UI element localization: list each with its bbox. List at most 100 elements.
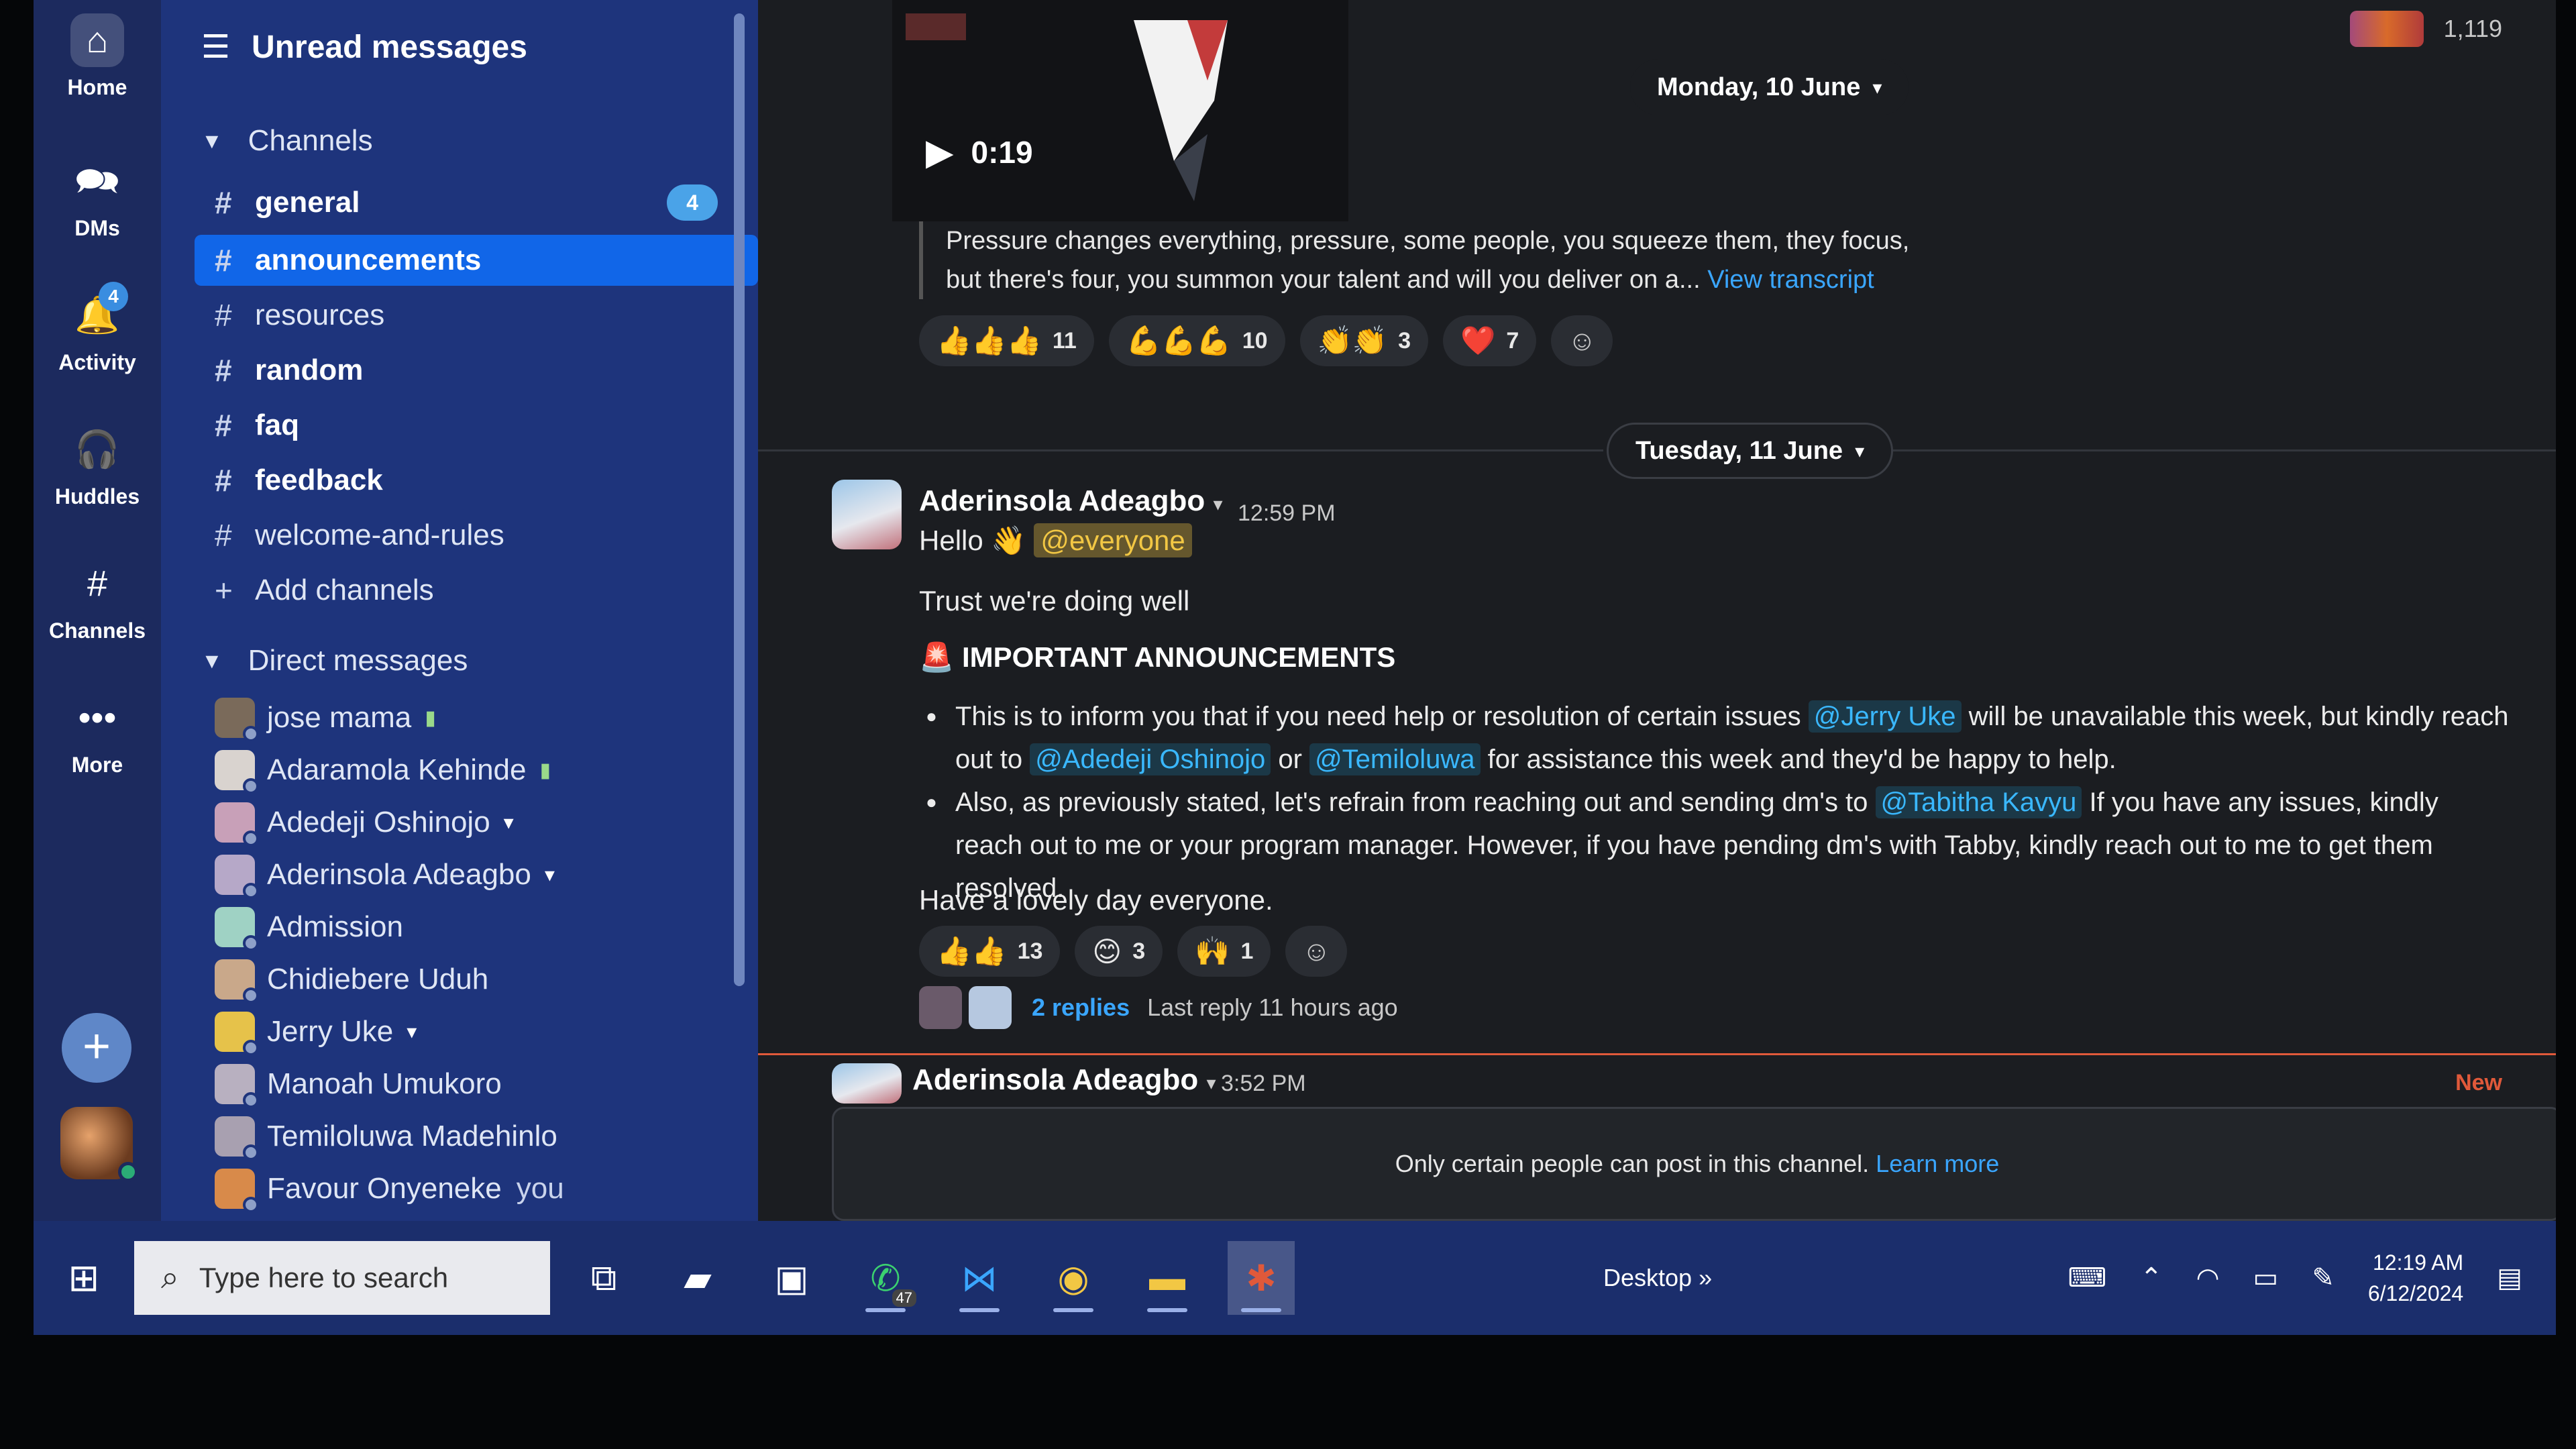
learn-more-link[interactable]: Learn more [1876,1150,1999,1178]
reaction-count: 3 [1398,327,1411,354]
avatar [215,1064,259,1108]
rail-home[interactable]: ⌂ Home [34,13,161,100]
author-avatar[interactable] [832,480,902,549]
rail-dms[interactable]: 🗪 DMs [34,154,161,241]
date-label: Tuesday, 11 June [1635,436,1843,465]
sidebar-dm-temiloluwa-madehinlo[interactable]: Temiloluwa Madehinlo [195,1111,758,1162]
thread-summary[interactable]: 2 replies Last reply 11 hours ago [919,986,1398,1029]
sidebar-dm-jose-mama[interactable]: jose mama ▮ [195,692,758,743]
add-reaction-button[interactable]: ☺ [1551,315,1613,366]
folder-icon: ▬ [1149,1258,1185,1298]
mention-jerry-uke[interactable]: @Jerry Uke [1808,700,1962,733]
message-timestamp[interactable]: 3:52 PM [1221,1071,1306,1097]
taskbar-app-explorer[interactable]: ▬ [1134,1241,1201,1315]
taskbar-search[interactable]: ⌕ Type here to search [134,1241,550,1315]
notification-icon[interactable]: ▤ [2497,1263,2522,1293]
reaction-thumbs-up[interactable]: 👍👍 13 [919,926,1061,977]
sidebar-item-random[interactable]: # random [195,345,758,396]
view-transcript-link[interactable]: View transcript [1707,266,1874,294]
pen-icon[interactable]: ✎ [2312,1263,2334,1293]
taskbar-app-vscode[interactable]: ⋈ [946,1241,1013,1315]
taskbar-app-notes[interactable]: ▰ [664,1241,731,1315]
sidebar-item-faq[interactable]: # faq [195,400,758,451]
date-divider-monday[interactable]: Monday, 10 June ▾ [1630,59,1909,115]
dm-section-toggle[interactable]: ▼ Direct messages [201,644,468,678]
taskbar-app-chrome[interactable]: ◉ [1040,1241,1107,1315]
member-count-button[interactable]: 1,119 [2349,11,2502,47]
sidebar-scrollbar[interactable] [734,13,745,986]
mention-temiloluwa[interactable]: @Temiloluwa [1309,743,1481,775]
task-view-button[interactable]: ⧉ [570,1241,637,1315]
sidebar-dm-admission[interactable]: Admission [195,902,758,953]
sidebar-dm-manoah-umukoro[interactable]: Manoah Umukoro [195,1059,758,1110]
sidebar-item-feedback[interactable]: # feedback [195,455,758,506]
message-author[interactable]: Aderinsola Adeagbo ▾ [912,1063,1216,1097]
reaction-muscle[interactable]: 💪💪💪 10 [1108,315,1285,366]
taskbar-app-photos[interactable]: ▣ [758,1241,825,1315]
hash-icon: # [215,463,232,498]
everyone-mention[interactable]: @everyone [1034,523,1192,557]
mic-status-icon: ▾ [1206,1073,1216,1093]
channel-name: general [255,186,360,219]
taskbar-clock[interactable]: 12:19 AM 6/12/2024 [2368,1247,2463,1309]
sidebar-item-general[interactable]: # general 4 [195,177,758,228]
menu-icon[interactable]: ☰ [201,28,230,66]
reaction-smile[interactable]: 😊 3 [1075,926,1163,977]
keyboard-icon[interactable]: ⌨ [2068,1263,2106,1293]
taskbar-app-slack[interactable]: ✱ [1228,1241,1295,1315]
reactions-bar-2: 👍👍 13 😊 3 🙌 1 ☺ [919,926,1348,977]
search-placeholder: Type here to search [199,1262,449,1293]
rail-activity[interactable]: 🔔 4 Activity [34,282,161,375]
sidebar-item-welcome-and-rules[interactable]: # welcome-and-rules [195,510,758,561]
chrome-icon: ◉ [1057,1258,1089,1299]
rail-huddles[interactable]: 🎧 Huddles [34,423,161,509]
reaction-count: 1 [1240,938,1254,964]
rail-more[interactable]: ••• More [34,691,161,777]
sidebar-dm-aderinsola-adeagbo[interactable]: Aderinsola Adeagbo ▾ [195,849,758,900]
reaction-thumbs-up[interactable]: 👍👍👍 11 [919,315,1094,366]
sidebar-dm-adaramola-kehinde[interactable]: Adaramola Kehinde ▮ [195,745,758,796]
channel-sidebar: ☰ Unread messages ▼ Channels # general 4… [161,0,758,1221]
reaction-heart[interactable]: ❤️ 7 [1443,315,1537,366]
composer-restricted: Only certain people can post in this cha… [832,1107,2556,1221]
flag-status-icon: ▮ [425,706,436,729]
mention-tabitha-kavyu[interactable]: @Tabitha Kavyu [1875,786,2082,818]
sidebar-dm-adedeji-oshinojo[interactable]: Adedeji Oshinojo ▾ [195,797,758,848]
user-avatar[interactable] [60,1107,138,1182]
video-play-button[interactable]: ▶ 0:19 [926,131,1033,173]
channel-name: faq [255,409,299,441]
dms-icon: 🗪 [74,161,120,201]
message-pane: 1,119 ▶ 0:19 Monday, 10 June ▾ Pressure … [758,0,2556,1221]
sidebar-item-resources[interactable]: # resources [195,290,758,341]
channels-section-toggle[interactable]: ▼ Channels [201,124,373,158]
replies-link[interactable]: 2 replies [1032,994,1130,1022]
hash-icon: # [215,185,232,220]
rail-channels[interactable]: # Channels [34,557,161,643]
add-workspace-button[interactable]: + [62,1013,131,1083]
new-messages-label: New [2455,1070,2502,1095]
author-avatar[interactable] [832,1063,902,1104]
date-divider-tuesday[interactable]: Tuesday, 11 June ▾ [1607,423,1894,479]
battery-icon[interactable]: ▭ [2253,1263,2279,1293]
message-timestamp[interactable]: 12:59 PM [1238,500,1336,527]
sidebar-dm-chidiebere-uduh[interactable]: Chidiebere Uduh [195,954,758,1005]
workspace-rail: ⌂ Home 🗪 DMs 🔔 4 Activity 🎧 Huddles # Cha… [34,0,161,1221]
desktop-toolbar[interactable]: Desktop » [1603,1264,1712,1292]
start-button[interactable]: ⊞ [34,1256,134,1300]
author-name: Aderinsola Adeagbo [919,484,1205,517]
reaction-clap[interactable]: 👏👏 3 [1299,315,1429,366]
member-avatars [2349,11,2424,47]
taskbar-app-whatsapp[interactable]: ✆ 47 [852,1241,919,1315]
wifi-icon[interactable]: ◠ [2196,1263,2220,1293]
message-author[interactable]: Aderinsola Adeagbo ▾ [919,484,1223,518]
sidebar-item-announcements[interactable]: # announcements [195,235,758,286]
add-reaction-button[interactable]: ☺ [1285,926,1348,977]
video-thumbnail[interactable] [892,0,1348,221]
smile-icon: 😊 [1092,935,1122,967]
sidebar-dm-favour-onyeneke[interactable]: Favour Onyeneke you [195,1163,758,1214]
mention-adedeji-oshinojo[interactable]: @Adedeji Oshinojo [1030,743,1271,775]
sidebar-dm-jerry-uke[interactable]: Jerry Uke ▾ [195,1006,758,1057]
reaction-raised-hands[interactable]: 🙌 1 [1177,926,1271,977]
add-channels-button[interactable]: + Add channels [195,565,758,616]
chevron-up-icon[interactable]: ⌃ [2140,1263,2163,1293]
